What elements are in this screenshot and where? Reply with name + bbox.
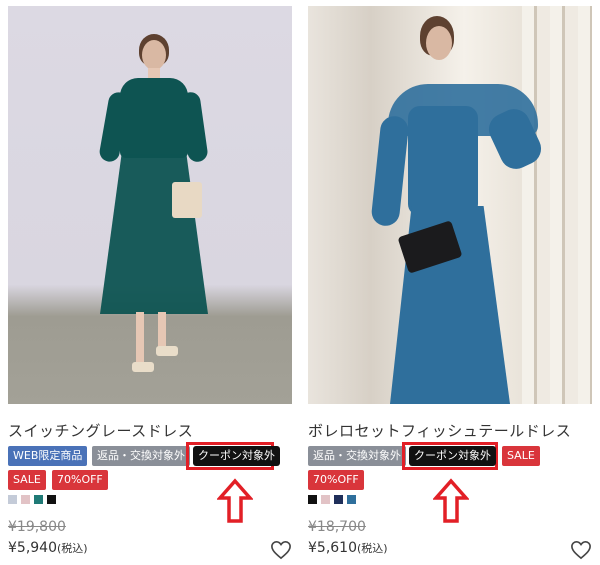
sale-price-2: ¥5,610(税込) <box>308 540 388 556</box>
sale-price-value: ¥5,940 <box>8 540 57 556</box>
coupon-excluded-badge: クーポン対象外 <box>193 446 280 466</box>
product-card-1[interactable]: スイッチングレースドレス WEB限定商品 返品・交換対象外 クーポン対象外 SA… <box>8 0 292 560</box>
discount-badge: 70%OFF <box>52 470 108 490</box>
color-swatch[interactable] <box>347 495 356 504</box>
product-card-2[interactable]: ボレロセットフィッシュテールドレス 返品・交換対象外 クーポン対象外 SALE … <box>308 0 592 560</box>
dress-bodice <box>120 78 188 158</box>
up-arrow-icon <box>217 478 253 523</box>
model-head <box>426 26 452 60</box>
color-swatch[interactable] <box>334 495 343 504</box>
original-price-2: ¥18,700 <box>308 519 366 535</box>
no-return-badge: 返品・交換対象外 <box>308 446 406 466</box>
heart-icon[interactable] <box>570 540 592 560</box>
color-swatch[interactable] <box>21 495 30 504</box>
product-title-2[interactable]: ボレロセットフィッシュテールドレス <box>308 420 571 441</box>
heart-icon[interactable] <box>270 540 292 560</box>
coupon-excluded-badge: クーポン対象外 <box>409 446 496 466</box>
color-swatch[interactable] <box>34 495 43 504</box>
up-arrow-icon <box>433 478 469 523</box>
sale-badge: SALE <box>8 470 46 490</box>
sale-price-1: ¥5,940(税込) <box>8 540 88 556</box>
sale-price-value: ¥5,610 <box>308 540 357 556</box>
product-image-1[interactable] <box>8 6 292 404</box>
color-swatch[interactable] <box>308 495 317 504</box>
sale-badge: SALE <box>502 446 540 466</box>
tax-label: (税込) <box>357 542 388 555</box>
beige-clutch <box>172 182 202 218</box>
original-price-1: ¥19,800 <box>8 519 66 535</box>
dress-skirt <box>100 154 208 314</box>
color-swatch[interactable] <box>321 495 330 504</box>
product-image-2[interactable] <box>308 6 592 404</box>
model-head <box>142 40 166 70</box>
tax-label: (税込) <box>57 542 88 555</box>
dress-bodice <box>408 106 478 216</box>
color-swatch[interactable] <box>47 495 56 504</box>
color-swatch[interactable] <box>8 495 17 504</box>
product-title-1[interactable]: スイッチングレースドレス <box>8 420 193 441</box>
no-return-badge: 返品・交換対象外 <box>92 446 190 466</box>
discount-badge: 70%OFF <box>308 470 364 490</box>
web-only-badge: WEB限定商品 <box>8 446 88 466</box>
